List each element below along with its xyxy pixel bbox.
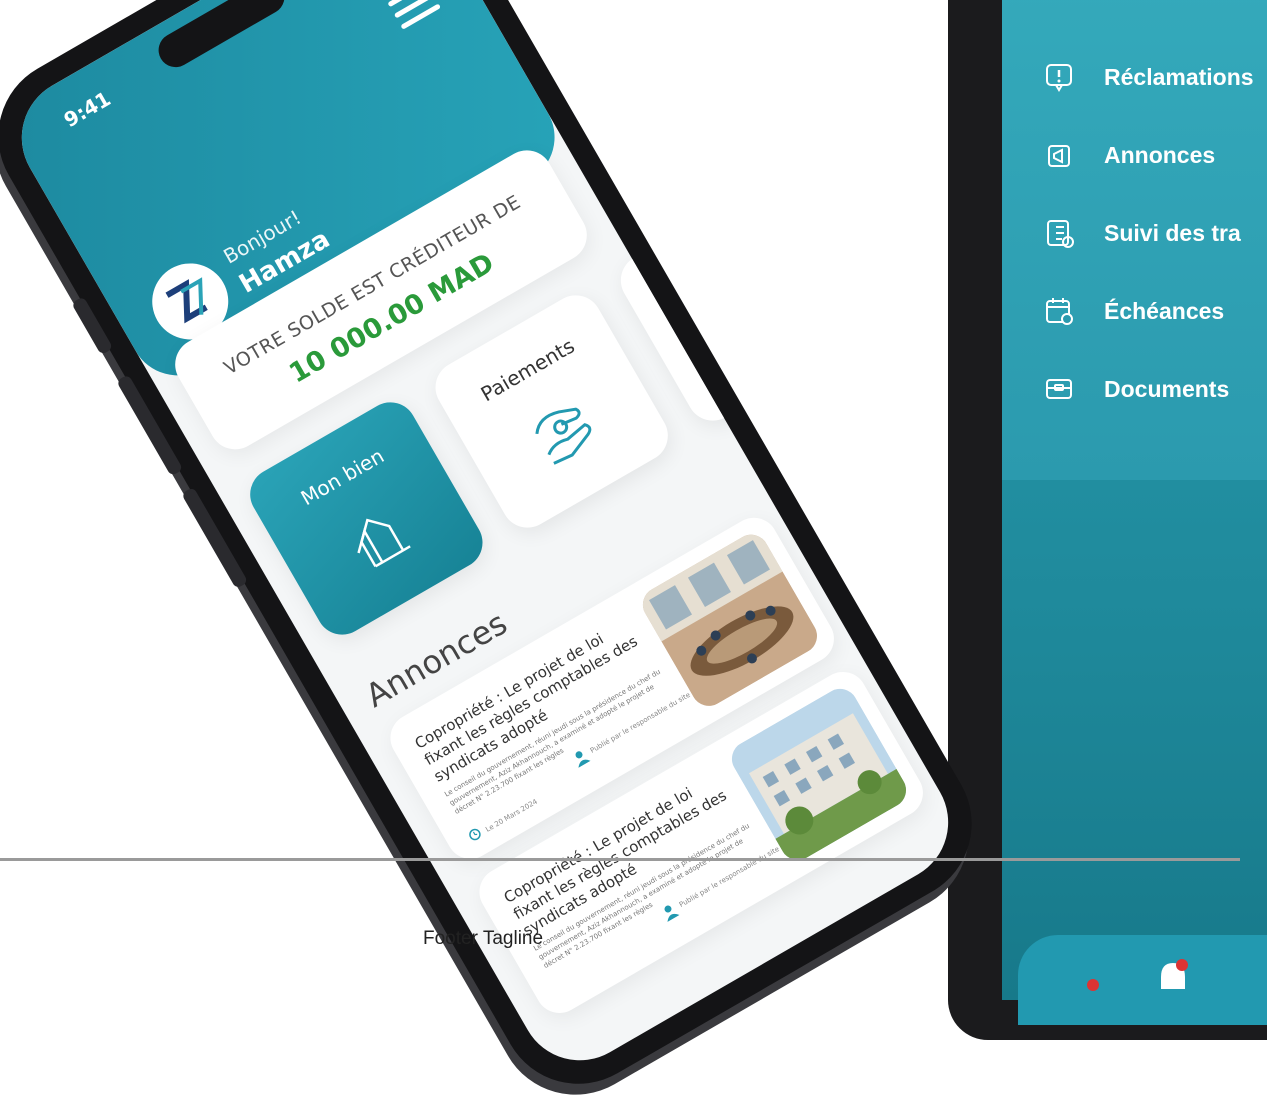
- tile-paiements[interactable]: Paiements: [426, 285, 678, 538]
- complaint-document-icon: [718, 291, 781, 358]
- phone-notch: [152, 0, 291, 74]
- logo-icon: [165, 277, 208, 324]
- payment-hands-icon: [535, 407, 592, 465]
- tile-label: Réclo: [683, 238, 743, 287]
- footer-divider: [0, 858, 1240, 861]
- house-icon: [357, 518, 411, 568]
- phone-screen: 9:41 Bonjour! Hamza VOTRE SOLDE EST CRÉD…: [0, 0, 971, 1083]
- hamburger-menu-button[interactable]: [387, 0, 442, 32]
- clock-icon: [469, 828, 481, 841]
- footer-tagline: Footer Tagline: [423, 928, 544, 949]
- tile-mon-bien[interactable]: Mon bien: [240, 392, 493, 645]
- main-phone-wrapper: 9:41 Bonjour! Hamza VOTRE SOLDE EST CRÉD…: [0, 0, 1210, 1120]
- phone-side-button: [71, 296, 114, 356]
- news-date: Le 20 Mars 2024: [484, 797, 539, 834]
- tile-reclamations[interactable]: Réclo: [611, 178, 863, 431]
- status-time: 9:41: [59, 86, 115, 133]
